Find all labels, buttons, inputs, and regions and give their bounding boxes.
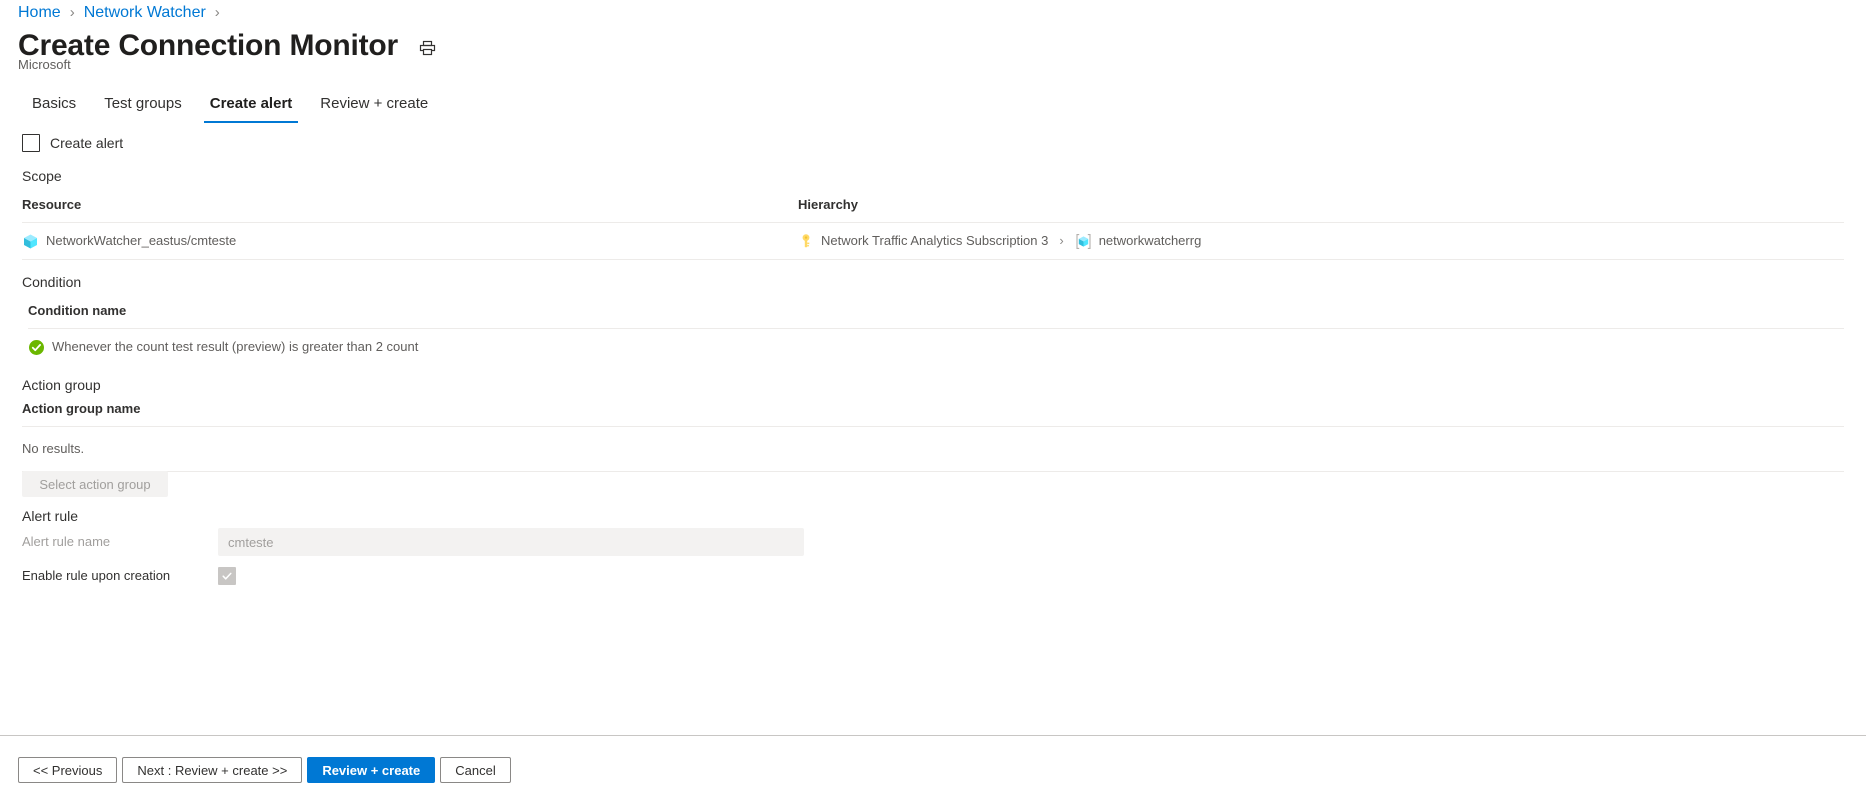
breadcrumb-separator-icon: › (214, 4, 220, 21)
footer-divider (0, 735, 1866, 736)
condition-table: Condition name Whenever the count test r… (0, 302, 1866, 365)
scope-subscription-name: Network Traffic Analytics Subscription 3 (821, 233, 1049, 248)
condition-section-label: Condition (22, 274, 82, 290)
column-header-resource: Resource (22, 197, 82, 212)
print-icon[interactable] (414, 35, 440, 61)
scope-resource-cell: NetworkWatcher_eastus/cmteste (22, 232, 798, 250)
tab-create-alert[interactable]: Create alert (196, 88, 307, 123)
next-review-create-button[interactable]: Next : Review + create >> (122, 757, 303, 783)
breadcrumb-item-home[interactable]: Home (18, 3, 61, 23)
enable-rule-checkbox[interactable] (218, 567, 236, 585)
create-connection-monitor-page: Home › Network Watcher › Create Connecti… (0, 0, 1866, 800)
cancel-button[interactable]: Cancel (440, 757, 511, 783)
breadcrumb-separator-icon: › (69, 4, 75, 21)
success-check-icon (28, 339, 45, 356)
action-group-table: Action group name No results. (0, 400, 1866, 472)
key-icon (798, 233, 814, 249)
scope-hierarchy-cell: Network Traffic Analytics Subscription 3… (798, 232, 1844, 250)
alert-rule-section-label: Alert rule (22, 508, 79, 524)
column-header-action-group-name: Action group name (22, 401, 141, 416)
alert-rule-name-input[interactable] (218, 528, 804, 556)
select-action-group-button[interactable]: Select action group (22, 471, 168, 497)
table-row[interactable]: Whenever the count test result (preview)… (28, 329, 1844, 365)
tab-review-create[interactable]: Review + create (306, 88, 442, 123)
create-alert-checkbox[interactable] (22, 134, 40, 152)
previous-button[interactable]: << Previous (18, 757, 118, 783)
tab-bar: Basics Test groups Create alert Review +… (18, 88, 442, 123)
azure-resource-cube-icon (22, 233, 39, 250)
condition-table-header: Condition name (28, 302, 1844, 329)
hierarchy-separator-icon: › (1059, 233, 1064, 248)
action-group-section-label: Action group (22, 377, 101, 393)
table-row-empty: No results. (22, 427, 1844, 472)
tab-test-groups[interactable]: Test groups (90, 88, 196, 123)
enable-rule-row: Enable rule upon creation (22, 566, 236, 586)
tab-basics[interactable]: Basics (18, 88, 90, 123)
create-alert-label: Create alert (50, 135, 124, 151)
condition-cell: Whenever the count test result (preview)… (28, 338, 418, 356)
table-row[interactable]: NetworkWatcher_eastus/cmteste Network Tr… (22, 223, 1844, 260)
alert-rule-name-row: Alert rule name (22, 528, 804, 556)
scope-resource-group-name: networkwatcherrg (1098, 233, 1202, 248)
scope-resource-name: NetworkWatcher_eastus/cmteste (46, 233, 237, 248)
column-header-hierarchy: Hierarchy (798, 197, 858, 212)
action-group-empty-text: No results. (22, 441, 85, 456)
condition-text: Whenever the count test result (preview)… (52, 339, 419, 354)
title-row: Create Connection Monitor (18, 28, 440, 64)
scope-section-label: Scope (22, 168, 62, 184)
page-subtitle: Microsoft (18, 57, 71, 72)
breadcrumb-item-network-watcher[interactable]: Network Watcher (84, 3, 206, 23)
alert-rule-name-label: Alert rule name (22, 534, 111, 549)
enable-rule-label: Enable rule upon creation (22, 568, 171, 583)
scope-table-header: Resource Hierarchy (22, 196, 1844, 223)
action-group-table-header: Action group name (22, 400, 1844, 427)
column-header-condition-name: Condition name (28, 303, 127, 318)
page-title: Create Connection Monitor (18, 29, 399, 62)
breadcrumb: Home › Network Watcher › (18, 3, 220, 23)
create-alert-checkbox-row[interactable]: Create alert (22, 133, 123, 153)
resource-group-icon (1075, 233, 1092, 250)
review-create-button[interactable]: Review + create (307, 757, 436, 783)
scope-table: Resource Hierarchy NetworkWatcher_eastus… (0, 196, 1866, 260)
footer-actions: << Previous Next : Review + create >> Re… (18, 757, 511, 783)
